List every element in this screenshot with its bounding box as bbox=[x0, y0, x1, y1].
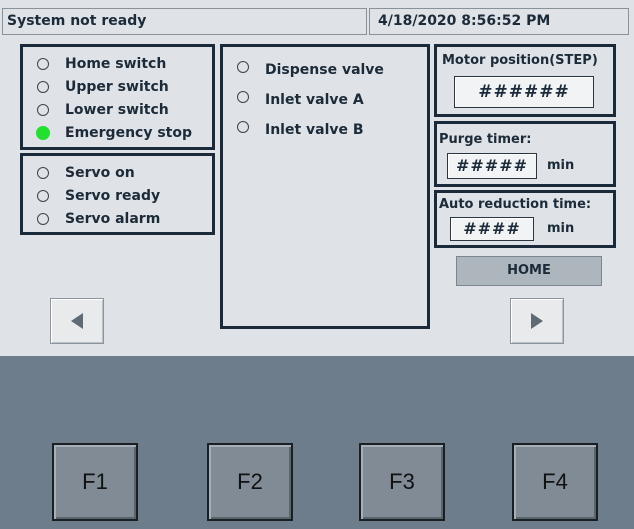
list-item: Dispense valve bbox=[237, 57, 427, 83]
list-item: Lower switch bbox=[37, 98, 212, 121]
lower-switch-label: Lower switch bbox=[65, 101, 169, 118]
status-text: System not ready bbox=[7, 13, 147, 29]
servo-ready-label: Servo ready bbox=[65, 187, 161, 204]
valves-panel: Dispense valve Inlet valve A Inlet valve… bbox=[220, 44, 430, 329]
list-item: Servo alarm bbox=[37, 207, 212, 230]
left-arrow-icon bbox=[71, 313, 83, 329]
list-item: Inlet valve A bbox=[237, 87, 427, 113]
motor-position-field[interactable]: ###### bbox=[454, 76, 594, 108]
auto-reduction-field[interactable]: #### bbox=[450, 217, 534, 241]
motor-position-label: Motor position(STEP) bbox=[442, 53, 598, 68]
servo-alarm-indicator-icon bbox=[37, 212, 49, 225]
upper-switch-indicator-icon bbox=[37, 80, 49, 93]
list-item: Servo ready bbox=[37, 184, 212, 207]
upper-switch-label: Upper switch bbox=[65, 78, 169, 95]
servo-ready-indicator-icon bbox=[37, 189, 49, 202]
f1-key[interactable]: F1 bbox=[52, 443, 138, 521]
f3-key[interactable]: F3 bbox=[359, 443, 445, 521]
next-screen-button[interactable] bbox=[510, 298, 564, 344]
emergency-stop-indicator-icon bbox=[36, 125, 50, 140]
servo-on-indicator-icon bbox=[37, 166, 49, 179]
auto-reduction-label: Auto reduction time: bbox=[439, 197, 592, 212]
inlet-valve-b-label: Inlet valve B bbox=[265, 122, 364, 138]
list-item: Home switch bbox=[37, 52, 212, 75]
emergency-stop-label: Emergency stop bbox=[65, 124, 192, 141]
datetime-bar: 4/18/2020 8:56:52 PM bbox=[369, 8, 629, 35]
servo-on-label: Servo on bbox=[65, 164, 135, 181]
list-item: Servo on bbox=[37, 161, 212, 184]
f2-key[interactable]: F2 bbox=[207, 443, 293, 521]
right-arrow-icon bbox=[531, 313, 543, 329]
auto-reduction-unit: min bbox=[547, 221, 575, 236]
motor-position-panel: Motor position(STEP) ###### bbox=[434, 44, 616, 117]
servo-panel: Servo on Servo ready Servo alarm bbox=[20, 153, 215, 235]
inlet-valve-b-indicator-icon bbox=[237, 121, 249, 133]
dispense-valve-label: Dispense valve bbox=[265, 62, 384, 78]
servo-alarm-label: Servo alarm bbox=[65, 210, 161, 227]
status-bar: System not ready bbox=[2, 8, 367, 35]
f4-key[interactable]: F4 bbox=[512, 443, 598, 521]
dispense-valve-indicator-icon bbox=[237, 61, 249, 73]
hmi-screen: System not ready 4/18/2020 8:56:52 PM Ho… bbox=[0, 0, 634, 356]
purge-timer-unit: min bbox=[547, 158, 575, 173]
prev-screen-button[interactable] bbox=[50, 298, 104, 344]
inlet-valve-a-indicator-icon bbox=[237, 91, 249, 103]
home-switch-label: Home switch bbox=[65, 55, 167, 72]
switches-panel: Home switch Upper switch Lower switch Em… bbox=[20, 44, 215, 150]
purge-timer-panel: Purge timer: ##### min bbox=[434, 121, 616, 187]
datetime-text: 4/18/2020 8:56:52 PM bbox=[378, 13, 551, 29]
home-switch-indicator-icon bbox=[37, 57, 49, 70]
list-item: Upper switch bbox=[37, 75, 212, 98]
list-item: Emergency stop bbox=[36, 121, 212, 144]
inlet-valve-a-label: Inlet valve A bbox=[265, 92, 364, 108]
list-item: Inlet valve B bbox=[237, 117, 427, 143]
purge-timer-field[interactable]: ##### bbox=[447, 153, 537, 179]
lower-switch-indicator-icon bbox=[37, 103, 49, 116]
purge-timer-label: Purge timer: bbox=[439, 132, 532, 147]
auto-reduction-panel: Auto reduction time: #### min bbox=[434, 190, 616, 248]
home-button[interactable]: HOME bbox=[456, 256, 602, 286]
